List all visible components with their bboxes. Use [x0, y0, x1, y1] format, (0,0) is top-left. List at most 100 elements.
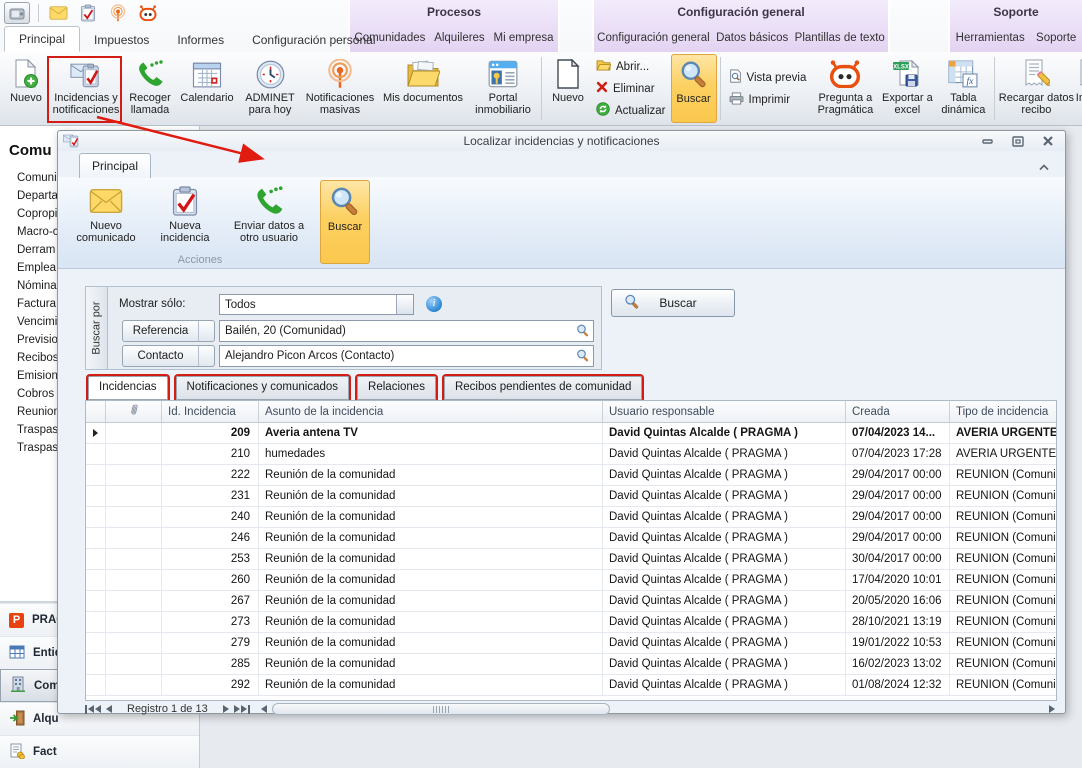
tab-herramientas[interactable]: Herramientas — [954, 29, 1027, 47]
ribbon-separator — [541, 57, 542, 120]
tab-recibos-pendientes[interactable]: Recibos pendientes de comunidad — [444, 376, 642, 400]
header-tipo-incidencia[interactable]: Tipo de incidencia — [950, 401, 1056, 422]
enviar-datos-button[interactable]: Enviar datos a otro usuario — [224, 180, 314, 244]
table-row[interactable]: 246 Reunión de la comunidad David Quinta… — [86, 528, 1056, 549]
tabla-dinamica-button[interactable]: fx Tabla dinámica — [935, 54, 991, 123]
table-row[interactable]: 273 Reunión de la comunidad David Quinta… — [86, 612, 1056, 633]
last-record-button[interactable] — [234, 705, 250, 714]
nuevo-comunicado-button[interactable]: Nuevo comunicado — [66, 180, 146, 244]
table-row[interactable]: 292 Reunión de la comunidad David Quinta… — [86, 675, 1056, 696]
search-field-icon[interactable] — [576, 324, 590, 342]
tab-alquileres[interactable]: Alquileres — [432, 29, 487, 47]
referencia-selector-button[interactable]: Referencia — [122, 320, 215, 342]
scroll-right-button[interactable] — [1049, 705, 1055, 713]
small-button-label: Vista previa — [747, 72, 807, 84]
mis-documentos-button[interactable]: Mis documentos — [378, 54, 468, 123]
scroll-left-button[interactable] — [261, 705, 267, 713]
header-asunto[interactable]: Asunto de la incidencia — [259, 401, 603, 422]
info-icon[interactable]: i — [426, 296, 442, 312]
table-row[interactable]: 260 Reunión de la comunidad David Quinta… — [86, 570, 1056, 591]
header-creada[interactable]: Creada — [846, 401, 950, 422]
tab-soporte[interactable]: Soporte — [1034, 29, 1078, 47]
notificaciones-masivas-button[interactable]: Notificaciones masivas — [302, 54, 378, 123]
table-row[interactable]: 222 Reunión de la comunidad David Quinta… — [86, 465, 1056, 486]
first-record-button[interactable] — [85, 705, 101, 714]
tab-mi-empresa[interactable]: Mi empresa — [492, 29, 556, 47]
table-row[interactable]: 210 humedades David Quintas Alcalde ( PR… — [86, 444, 1056, 465]
nueva-incidencia-button[interactable]: Nueva incidencia — [152, 180, 218, 244]
tab-impuestos[interactable]: Impuestos — [80, 28, 163, 52]
imprimir-button[interactable]: Imprimir — [729, 90, 807, 110]
mostrar-solo-select[interactable]: Todos — [219, 294, 414, 315]
table-row[interactable]: 279 Reunión de la comunidad David Quinta… — [86, 633, 1056, 654]
contacto-selector-button[interactable]: Contacto — [122, 345, 215, 367]
collapse-ribbon-icon[interactable] — [1038, 158, 1050, 176]
mail-icon[interactable] — [47, 3, 69, 23]
robot-icon[interactable] — [137, 3, 159, 23]
app-menu-icon[interactable] — [4, 2, 30, 24]
tab-configuracion-personal[interactable]: Configuración personal — [238, 28, 389, 52]
table-row[interactable]: 231 Reunión de la comunidad David Quinta… — [86, 486, 1056, 507]
nav-item-facturas[interactable]: Fact — [0, 735, 199, 768]
minimize-icon[interactable] — [981, 135, 995, 147]
table-row[interactable]: 240 Reunión de la comunidad David Quinta… — [86, 507, 1056, 528]
tab-plantillas-texto[interactable]: Plantillas de texto — [793, 29, 887, 47]
recargar-datos-recibo-button[interactable]: Recargar datos recibo — [998, 54, 1074, 123]
mostrar-solo-label: Mostrar sólo: — [119, 298, 185, 310]
previous-record-button[interactable] — [106, 705, 112, 713]
small-button-label: Abrir... — [616, 61, 649, 73]
imprimir-recibos-button[interactable]: Imp re — [1074, 54, 1082, 123]
header-attachment[interactable] — [106, 401, 162, 422]
tab-relaciones[interactable]: Relaciones — [357, 376, 436, 400]
horizontal-scrollbar[interactable] — [272, 703, 610, 715]
close-icon[interactable] — [1041, 135, 1055, 147]
dialog-button-label: Enviar datos a otro usuario — [224, 220, 314, 244]
mail-icon — [89, 182, 123, 220]
tab-principal[interactable]: Principal — [4, 26, 80, 52]
tab-informes[interactable]: Informes — [163, 28, 238, 52]
preview-icon — [729, 69, 742, 86]
dialog-buscar-button[interactable]: Buscar — [320, 180, 370, 264]
pregunta-pragmatica-button[interactable]: Pregunta a Pragmática — [811, 54, 879, 123]
header-usuario-responsable[interactable]: Usuario responsable — [603, 401, 846, 422]
maximize-icon[interactable] — [1011, 135, 1025, 147]
broadcast-icon[interactable] — [107, 3, 129, 23]
tab-datos-basicos[interactable]: Datos básicos — [714, 29, 790, 47]
ribbon-button-label: Nuevo — [552, 92, 584, 104]
delete-x-icon — [596, 81, 608, 96]
tab-incidencias[interactable]: Incidencias — [88, 376, 168, 400]
search-field-icon[interactable] — [576, 349, 590, 367]
search-criteria-panel: Buscar por Mostrar sólo: Todos i Referen… — [85, 286, 602, 370]
tasks-check-icon[interactable] — [77, 3, 99, 23]
tab-notificaciones-comunicados[interactable]: Notificaciones y comunicados — [176, 376, 350, 400]
header-id-incidencia[interactable]: Id. Incidencia — [162, 401, 259, 422]
eliminar-button[interactable]: Eliminar — [596, 79, 666, 99]
table-row[interactable]: 285 Reunión de la comunidad David Quinta… — [86, 654, 1056, 675]
table-row[interactable]: 209 Averia antena TV David Quintas Alcal… — [86, 423, 1056, 444]
building-icon — [10, 676, 26, 695]
incidencias-table: Id. Incidencia Asunto de la incidencia U… — [85, 400, 1057, 701]
buscar-button[interactable]: Buscar — [671, 54, 717, 123]
search-submit-button[interactable]: Buscar — [611, 289, 735, 317]
abrir-button[interactable]: Abrir... — [596, 57, 666, 77]
portal-inmobiliario-button[interactable]: Portal inmobiliario — [468, 54, 538, 123]
clock-icon — [256, 56, 285, 92]
ribbon-button-label: Buscar — [676, 93, 710, 105]
nuevo-button[interactable]: Nuevo — [4, 54, 48, 123]
exportar-excel-button[interactable]: XLSX Exportar a excel — [879, 54, 935, 123]
ribbon-button-label: Pregunta a Pragmática — [811, 92, 879, 116]
tab-configuracion-general[interactable]: Configuración general — [595, 29, 712, 47]
chevron-down-icon[interactable] — [198, 321, 214, 341]
ribbon-button-label: Portal inmobiliario — [468, 92, 538, 116]
contacto-field[interactable]: Alejandro Picon Arcos (Contacto) — [219, 345, 594, 367]
next-record-button[interactable] — [223, 705, 229, 713]
chevron-down-icon[interactable] — [396, 295, 413, 314]
actualizar-button[interactable]: Actualizar — [596, 101, 666, 121]
table-row[interactable]: 267 Reunión de la comunidad David Quinta… — [86, 591, 1056, 612]
vista-previa-button[interactable]: Vista previa — [729, 68, 807, 88]
nuevo-registro-button[interactable]: Nuevo — [545, 54, 591, 123]
referencia-field[interactable]: Bailén, 20 (Comunidad) — [219, 320, 594, 342]
adminet-app-window: Procesos Comunidades Alquileres Mi empre… — [0, 0, 1082, 768]
chevron-down-icon[interactable] — [198, 346, 214, 366]
table-row[interactable]: 253 Reunión de la comunidad David Quinta… — [86, 549, 1056, 570]
